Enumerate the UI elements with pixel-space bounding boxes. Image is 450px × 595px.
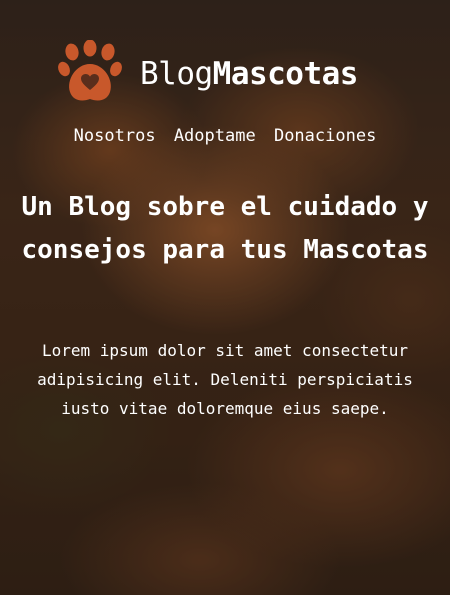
nav-item-donaciones[interactable]: Donaciones (274, 126, 376, 146)
brand-name-part1: Blog (140, 56, 213, 92)
brand-name-part2: Mascotas (212, 56, 359, 92)
brand-name[interactable]: BlogMascotas (140, 56, 358, 92)
logo-link[interactable] (58, 39, 122, 106)
hero-description: Lorem ipsum dolor sit amet consectetur a… (37, 341, 413, 418)
hero-section: BlogMascotas Nosotros Adoptame Donacione… (0, 0, 450, 595)
site-header: BlogMascotas (0, 38, 450, 110)
nav-item-nosotros[interactable]: Nosotros (74, 126, 156, 146)
nav-item-adoptame[interactable]: Adoptame (174, 126, 256, 146)
paw-heart-icon (58, 39, 122, 101)
main-nav: Nosotros Adoptame Donaciones (0, 125, 450, 147)
hero-title: Un Blog sobre el cuidado y consejos para… (21, 192, 429, 265)
